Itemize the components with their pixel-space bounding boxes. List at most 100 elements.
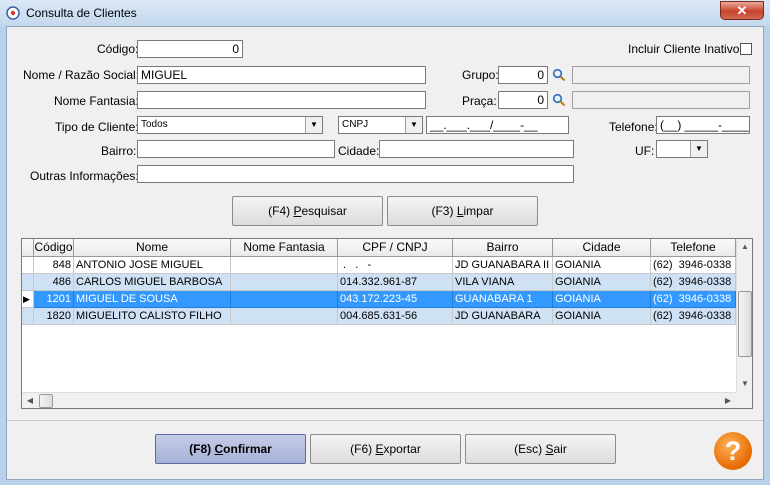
cell-codigo: 486 bbox=[34, 274, 74, 291]
cell-nome-fantasia bbox=[231, 257, 338, 274]
scroll-corner bbox=[736, 392, 752, 408]
cell-codigo: 848 bbox=[34, 257, 74, 274]
sair-shortcut: (Esc) bbox=[514, 442, 546, 456]
chevron-down-icon[interactable]: ▼ bbox=[405, 117, 422, 133]
cell-telefone: (62) 3946-0338 bbox=[651, 308, 736, 325]
table-row[interactable]: 848 ANTONIO JOSE MIGUEL . . - JD GUANABA… bbox=[22, 257, 736, 274]
close-button[interactable]: ✕ bbox=[720, 1, 764, 20]
cell-bairro: JD GUANABARA II bbox=[453, 257, 553, 274]
row-indicator bbox=[22, 274, 34, 291]
sair-accel-key: S bbox=[545, 442, 554, 456]
col-header-nome[interactable]: Nome bbox=[74, 239, 231, 257]
incluir-inativo-checkbox[interactable] bbox=[740, 43, 752, 55]
praca-input[interactable]: 0 bbox=[498, 91, 548, 109]
footer-separator bbox=[7, 420, 763, 421]
cell-cidade: GOIANIA bbox=[553, 257, 651, 274]
col-header-nome-fantasia[interactable]: Nome Fantasia bbox=[231, 239, 338, 257]
cell-telefone: (62) 3946-0338 bbox=[651, 291, 736, 308]
cell-telefone: (62) 3946-0338 bbox=[651, 257, 736, 274]
documento-input[interactable]: __.___.___/____-__ bbox=[426, 116, 569, 134]
scroll-up-icon[interactable]: ▲ bbox=[737, 239, 752, 255]
col-header-telefone[interactable]: Telefone bbox=[651, 239, 736, 257]
pesquisar-label: esquisar bbox=[301, 204, 347, 218]
cell-cidade: GOIANIA bbox=[553, 308, 651, 325]
confirmar-button[interactable]: (F8) Confirmar bbox=[155, 434, 306, 464]
scroll-down-icon[interactable]: ▼ bbox=[737, 376, 752, 392]
vertical-scrollbar[interactable]: ▲ ▼ bbox=[736, 239, 752, 392]
cell-cpf-cnpj: 043.172.223-45 bbox=[338, 291, 453, 308]
confirmar-accel-key: C bbox=[214, 442, 224, 456]
incluir-inativo-label: Incluir Cliente Inativo: bbox=[628, 42, 743, 56]
col-header-bairro[interactable]: Bairro bbox=[453, 239, 553, 257]
tipo-cliente-value: Todos bbox=[141, 119, 168, 130]
row-indicator bbox=[22, 308, 34, 325]
tipo-cliente-select[interactable]: Todos ▼ bbox=[137, 116, 323, 134]
grupo-input[interactable]: 0 bbox=[498, 66, 548, 84]
confirmar-shortcut: (F8) bbox=[189, 442, 215, 456]
exportar-accel-key: E bbox=[375, 442, 384, 456]
limpar-accel-key: L bbox=[456, 204, 464, 218]
cell-nome: MIGUEL DE SOUSA bbox=[74, 291, 231, 308]
horizontal-scrollbar[interactable]: ◀ ▶ bbox=[22, 392, 736, 408]
nome-fantasia-input[interactable] bbox=[137, 91, 426, 109]
horizontal-scroll-thumb[interactable] bbox=[39, 394, 53, 408]
chevron-down-icon[interactable]: ▼ bbox=[690, 141, 707, 157]
col-header-cidade[interactable]: Cidade bbox=[553, 239, 651, 257]
cell-nome: CARLOS MIGUEL BARBOSA bbox=[74, 274, 231, 291]
limpar-button[interactable]: (F3) Limpar bbox=[387, 196, 538, 226]
client-area: Código: 0 Incluir Cliente Inativo: Nome … bbox=[6, 26, 764, 480]
cell-cpf-cnpj: 004.685.631-56 bbox=[338, 308, 453, 325]
pesquisar-shortcut: (F4) bbox=[268, 204, 294, 218]
uf-label: UF: bbox=[635, 144, 655, 158]
uf-select[interactable]: ▼ bbox=[656, 140, 708, 158]
doc-tipo-select[interactable]: CNPJ ▼ bbox=[338, 116, 423, 134]
praca-search-icon[interactable] bbox=[552, 93, 566, 107]
codigo-label: Código: bbox=[97, 42, 139, 56]
exportar-shortcut: (F6) bbox=[350, 442, 376, 456]
bairro-input[interactable] bbox=[137, 140, 335, 158]
help-icon[interactable]: ? bbox=[714, 432, 752, 470]
table-row[interactable]: 486 CARLOS MIGUEL BARBOSA 014.332.961-87… bbox=[22, 274, 736, 291]
codigo-input[interactable]: 0 bbox=[137, 40, 243, 58]
nome-input[interactable]: MIGUEL bbox=[137, 66, 426, 84]
title-bar: Consulta de Clientes ✕ bbox=[0, 0, 770, 26]
outras-info-label: Outras Informações: bbox=[30, 169, 139, 183]
limpar-shortcut: (F3) bbox=[431, 204, 457, 218]
telefone-label: Telefone: bbox=[609, 120, 658, 134]
vertical-scroll-thumb[interactable] bbox=[738, 291, 752, 357]
cell-cpf-cnpj: 014.332.961-87 bbox=[338, 274, 453, 291]
row-pointer-icon: ▶ bbox=[22, 291, 34, 308]
col-header-codigo[interactable]: Código bbox=[34, 239, 74, 257]
chevron-down-icon[interactable]: ▼ bbox=[305, 117, 322, 133]
cell-nome-fantasia bbox=[231, 308, 338, 325]
scroll-left-icon[interactable]: ◀ bbox=[22, 393, 38, 408]
telefone-input[interactable]: (__) _____-____ bbox=[656, 116, 750, 134]
grupo-label: Grupo: bbox=[462, 68, 499, 82]
pesquisar-button[interactable]: (F4) Pesquisar bbox=[232, 196, 383, 226]
sair-button[interactable]: (Esc) Sair bbox=[465, 434, 616, 464]
main-window: Consulta de Clientes ✕ Código: 0 Incluir… bbox=[0, 0, 770, 485]
praca-label: Praça: bbox=[462, 94, 497, 108]
confirmar-label: onfirmar bbox=[223, 442, 272, 456]
cell-nome-fantasia bbox=[231, 274, 338, 291]
cell-codigo: 1201 bbox=[34, 291, 74, 308]
table-row-selected[interactable]: ▶ 1201 MIGUEL DE SOUSA 043.172.223-45 GU… bbox=[22, 291, 736, 308]
cidade-input[interactable] bbox=[379, 140, 574, 158]
doc-tipo-value: CNPJ bbox=[342, 119, 369, 130]
table-row[interactable]: 1820 MIGUELITO CALISTO FILHO 004.685.631… bbox=[22, 308, 736, 325]
window-title: Consulta de Clientes bbox=[26, 6, 137, 20]
cell-bairro: GUANABARA 1 bbox=[453, 291, 553, 308]
outras-info-input[interactable] bbox=[137, 165, 574, 183]
pesquisar-accel-key: P bbox=[293, 204, 302, 218]
col-header-cpf-cnpj[interactable]: CPF / CNPJ bbox=[338, 239, 453, 257]
nome-fantasia-label: Nome Fantasia: bbox=[54, 94, 139, 108]
cell-codigo: 1820 bbox=[34, 308, 74, 325]
bairro-label: Bairro: bbox=[101, 144, 137, 158]
exportar-button[interactable]: (F6) Exportar bbox=[310, 434, 461, 464]
cidade-label: Cidade: bbox=[338, 144, 380, 158]
cell-telefone: (62) 3946-0338 bbox=[651, 274, 736, 291]
scroll-right-icon[interactable]: ▶ bbox=[720, 393, 736, 408]
row-indicator bbox=[22, 257, 34, 274]
sair-label: air bbox=[553, 442, 567, 456]
grupo-search-icon[interactable] bbox=[552, 68, 566, 82]
